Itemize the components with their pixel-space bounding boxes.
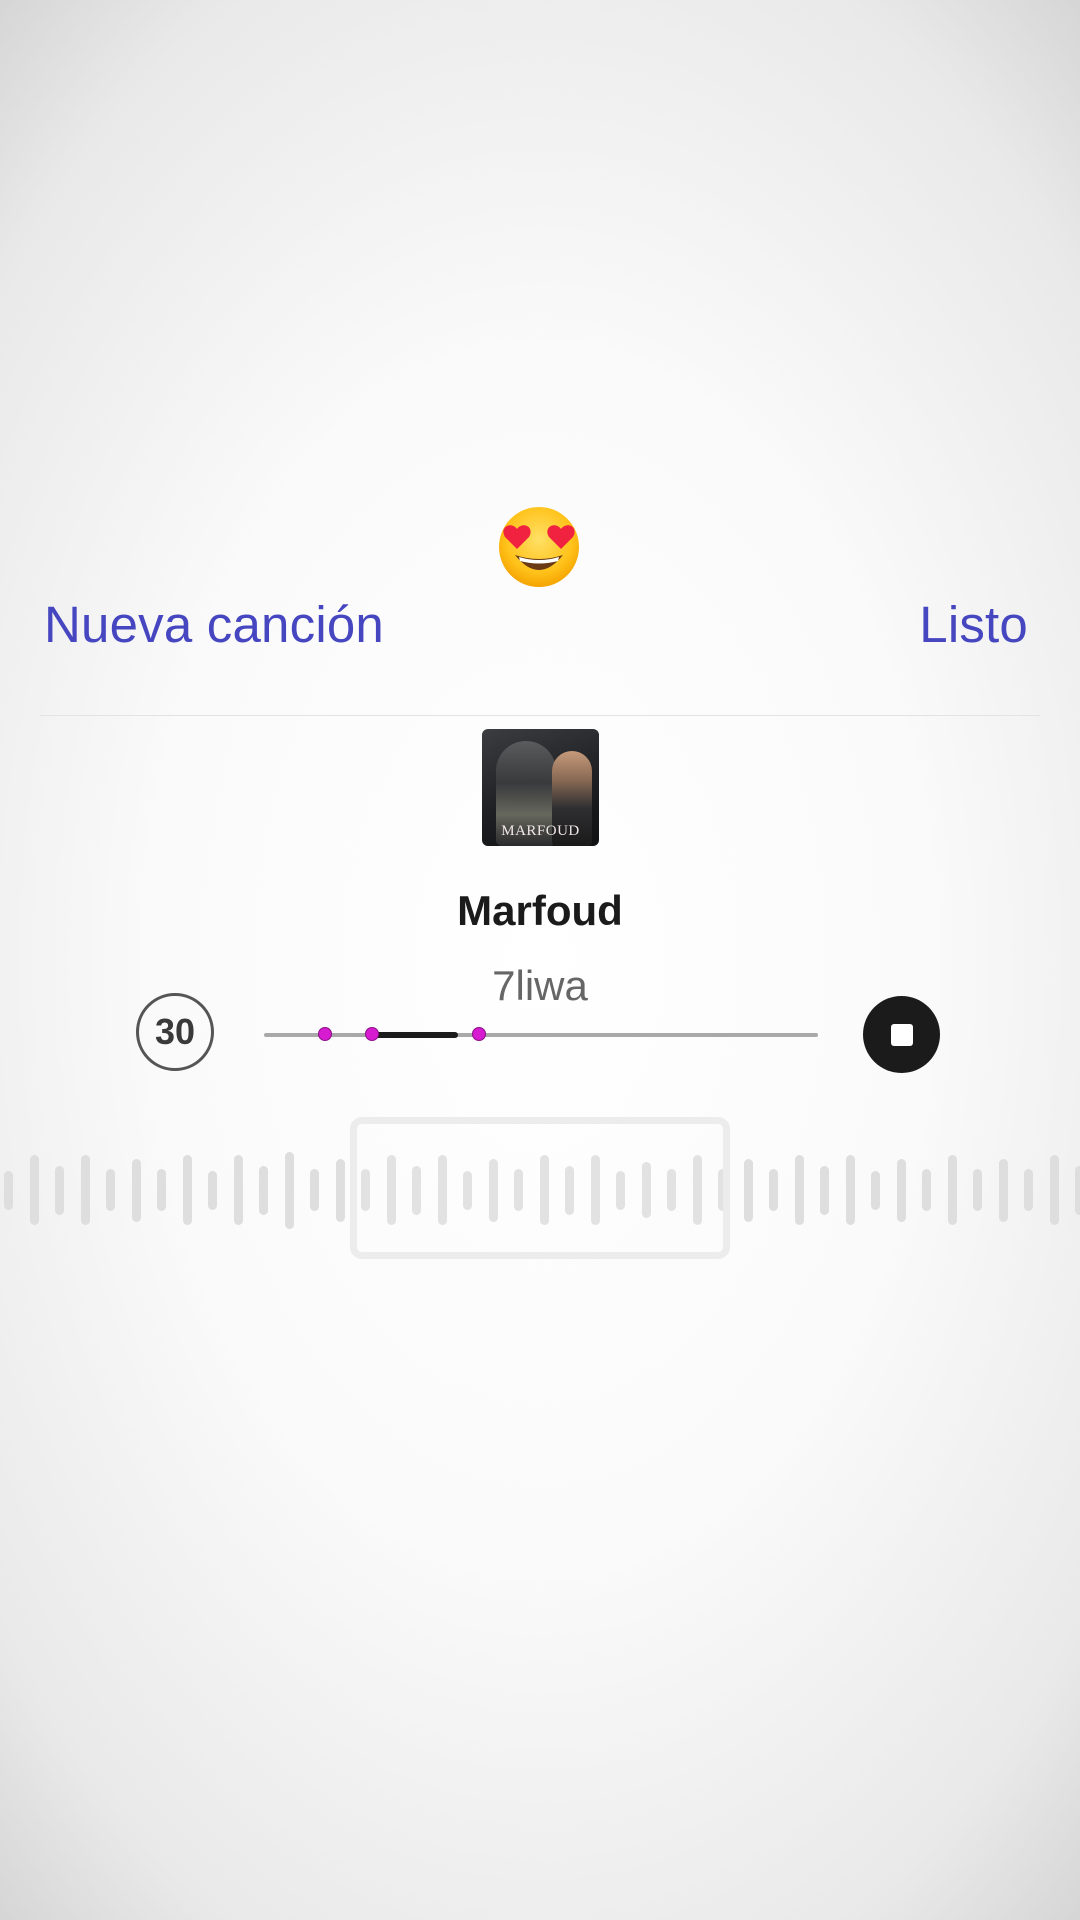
waveform-bar bbox=[820, 1166, 829, 1215]
waveform-bar bbox=[157, 1169, 166, 1211]
header-bar: Nueva canción Listo bbox=[44, 590, 1036, 660]
clip-selection-window[interactable] bbox=[350, 1117, 730, 1259]
timeline-marker[interactable] bbox=[471, 1027, 486, 1041]
stop-icon bbox=[890, 1023, 913, 1046]
timeline-marker[interactable] bbox=[365, 1027, 380, 1041]
waveform-bar bbox=[29, 1155, 39, 1225]
waveform-bar bbox=[335, 1159, 345, 1222]
waveform-bar bbox=[233, 1155, 243, 1225]
waveform-bar bbox=[259, 1166, 268, 1215]
duration-label: 30 bbox=[154, 1011, 196, 1052]
done-button[interactable]: Listo bbox=[919, 590, 1028, 660]
header-divider bbox=[40, 715, 1040, 716]
waveform-bar bbox=[208, 1171, 217, 1210]
waveform-bar bbox=[1049, 1155, 1059, 1225]
timeline-selected-range bbox=[372, 1032, 458, 1038]
waveform-bar bbox=[743, 1159, 753, 1222]
heart-eyes-emoji-icon bbox=[497, 505, 581, 589]
waveform-bar bbox=[131, 1159, 141, 1222]
waveform-bar bbox=[922, 1169, 931, 1211]
music-picker-screen: Nueva canción Listo MARFOUD Marfoud 7liw… bbox=[0, 0, 1080, 1920]
waveform-bar bbox=[4, 1171, 13, 1210]
waveform-bar bbox=[871, 1171, 880, 1210]
waveform-bar bbox=[55, 1166, 64, 1215]
stop-button[interactable] bbox=[863, 996, 940, 1073]
waveform-bar bbox=[973, 1169, 982, 1211]
duration-button[interactable]: 30 bbox=[136, 993, 214, 1071]
waveform-bar bbox=[310, 1169, 319, 1211]
waveform-bar bbox=[998, 1159, 1008, 1222]
waveform-bar bbox=[1075, 1166, 1080, 1215]
cover-text: MARFOUD bbox=[501, 823, 580, 839]
waveform-bar bbox=[947, 1155, 957, 1225]
waveform-bar bbox=[896, 1159, 906, 1222]
waveform-bar bbox=[106, 1169, 115, 1211]
song-title: Marfoud bbox=[457, 887, 623, 934]
waveform-bar bbox=[794, 1155, 804, 1225]
timeline-marker[interactable] bbox=[317, 1027, 332, 1041]
album-cover: MARFOUD bbox=[482, 729, 599, 846]
waveform-bar bbox=[284, 1152, 294, 1229]
waveform-bar bbox=[80, 1155, 90, 1225]
waveform-bar bbox=[1024, 1169, 1033, 1211]
waveform-bar bbox=[769, 1169, 778, 1211]
waveform-bar bbox=[845, 1155, 855, 1225]
song-timeline-slider[interactable] bbox=[264, 1027, 818, 1041]
new-song-button[interactable]: Nueva canción bbox=[44, 590, 384, 660]
waveform-bar bbox=[182, 1155, 192, 1225]
